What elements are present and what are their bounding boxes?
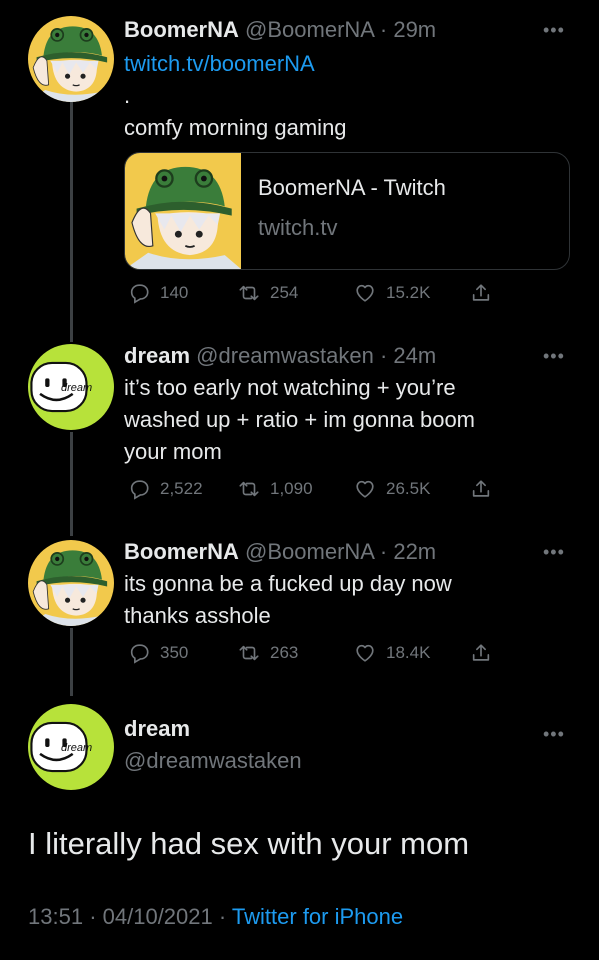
tweet-text-line: your mom — [124, 439, 222, 464]
link-card-image — [125, 153, 241, 269]
share-icon — [470, 642, 492, 664]
more-options-icon[interactable]: ••• — [543, 724, 565, 745]
retweet-button[interactable]: 1,090 — [238, 478, 313, 500]
tweet-header: BoomerNA @BoomerNA · 22m — [124, 538, 436, 566]
timestamp[interactable]: 24m — [393, 343, 436, 368]
tweet-text: I literally had sex with your mom — [28, 826, 470, 861]
more-options-icon[interactable]: ••• — [543, 542, 565, 563]
action-bar: 2,522 1,090 26.5K — [124, 478, 564, 506]
handle[interactable]: @BoomerNA — [245, 539, 374, 564]
display-name[interactable]: dream — [124, 716, 190, 742]
profile-link[interactable]: twitch.tv/boomerNA — [124, 48, 315, 80]
handle[interactable]: @BoomerNA — [245, 17, 374, 42]
reply-icon — [128, 642, 150, 664]
separator: · — [218, 904, 227, 929]
reply-button[interactable]: 350 — [128, 642, 188, 664]
like-button[interactable]: 18.4K — [354, 642, 430, 664]
retweet-count: 254 — [270, 283, 299, 302]
tweet-header: dream @dreamwastaken · 24m — [124, 342, 436, 370]
separator: · — [379, 539, 388, 564]
link-card[interactable]: BoomerNA - Twitch twitch.tv — [124, 152, 570, 270]
action-bar: 350 263 18.4K — [124, 642, 564, 670]
retweet-button[interactable]: 263 — [238, 642, 298, 664]
share-icon — [470, 282, 492, 304]
tweet-text-line: washed up + ratio + im gonna boom — [124, 407, 476, 432]
display-name[interactable]: BoomerNA — [124, 539, 239, 564]
separator: · — [379, 17, 388, 42]
tweet-text-line: thanks asshole — [124, 603, 271, 628]
reply-icon — [128, 478, 150, 500]
link-card-domain: twitch.tv — [258, 215, 338, 240]
tweet-text: comfy morning gaming — [124, 115, 347, 140]
reply-button[interactable]: 2,522 — [128, 478, 203, 500]
display-name[interactable]: BoomerNA — [124, 17, 239, 42]
display-name[interactable]: dream — [124, 343, 190, 368]
retweet-count: 263 — [270, 643, 299, 662]
tweet-source[interactable]: Twitter for iPhone — [232, 904, 403, 929]
reply-icon — [128, 282, 150, 304]
like-icon — [354, 282, 376, 304]
retweet-icon — [238, 478, 260, 500]
thread-connector — [70, 432, 73, 536]
tweet-text-dot: . — [124, 83, 131, 108]
avatar[interactable]: dream — [28, 344, 114, 430]
like-button[interactable]: 15.2K — [354, 282, 430, 304]
retweet-icon — [238, 642, 260, 664]
share-button[interactable] — [470, 642, 502, 664]
retweet-button[interactable]: 254 — [238, 282, 298, 304]
avatar[interactable] — [28, 16, 114, 102]
tweet-meta: 13:51 · 04/10/2021 · Twitter for iPhone — [28, 904, 403, 930]
like-count: 15.2K — [386, 283, 431, 302]
more-options-icon[interactable]: ••• — [543, 20, 565, 41]
avatar-label: dream — [61, 742, 93, 754]
link-card-title: BoomerNA - Twitch — [258, 175, 446, 200]
reply-button[interactable]: 140 — [128, 282, 188, 304]
share-button[interactable] — [470, 478, 502, 500]
reply-count: 140 — [160, 283, 189, 302]
tweet-header: BoomerNA @BoomerNA · 29m — [124, 16, 436, 44]
handle[interactable]: @dreamwastaken — [124, 748, 302, 774]
share-icon — [470, 478, 492, 500]
timestamp[interactable]: 29m — [393, 17, 436, 42]
separator: · — [89, 904, 97, 929]
like-count: 26.5K — [386, 479, 431, 498]
tweet-text-line: it’s too early not watching + you’re — [124, 375, 456, 400]
like-icon — [354, 642, 376, 664]
action-bar: 140 254 15.2K — [124, 282, 564, 310]
handle[interactable]: @dreamwastaken — [196, 343, 374, 368]
retweet-count: 1,090 — [270, 479, 313, 498]
separator: · — [379, 343, 388, 368]
share-button[interactable] — [470, 282, 502, 304]
thread-connector — [70, 628, 73, 696]
tweet-text-line: its gonna be a fucked up day now — [124, 571, 452, 596]
more-options-icon[interactable]: ••• — [543, 346, 565, 367]
reply-count: 2,522 — [160, 479, 203, 498]
like-button[interactable]: 26.5K — [354, 478, 430, 500]
avatar[interactable]: dream — [28, 704, 114, 790]
timestamp[interactable]: 22m — [393, 539, 436, 564]
avatar[interactable] — [28, 540, 114, 626]
tweet-date[interactable]: 04/10/2021 — [103, 904, 213, 929]
like-icon — [354, 478, 376, 500]
tweet-time[interactable]: 13:51 — [28, 904, 83, 929]
retweet-icon — [238, 282, 260, 304]
like-count: 18.4K — [386, 643, 431, 662]
avatar-label: dream — [61, 382, 93, 394]
reply-count: 350 — [160, 643, 189, 662]
thread-connector — [70, 102, 73, 342]
